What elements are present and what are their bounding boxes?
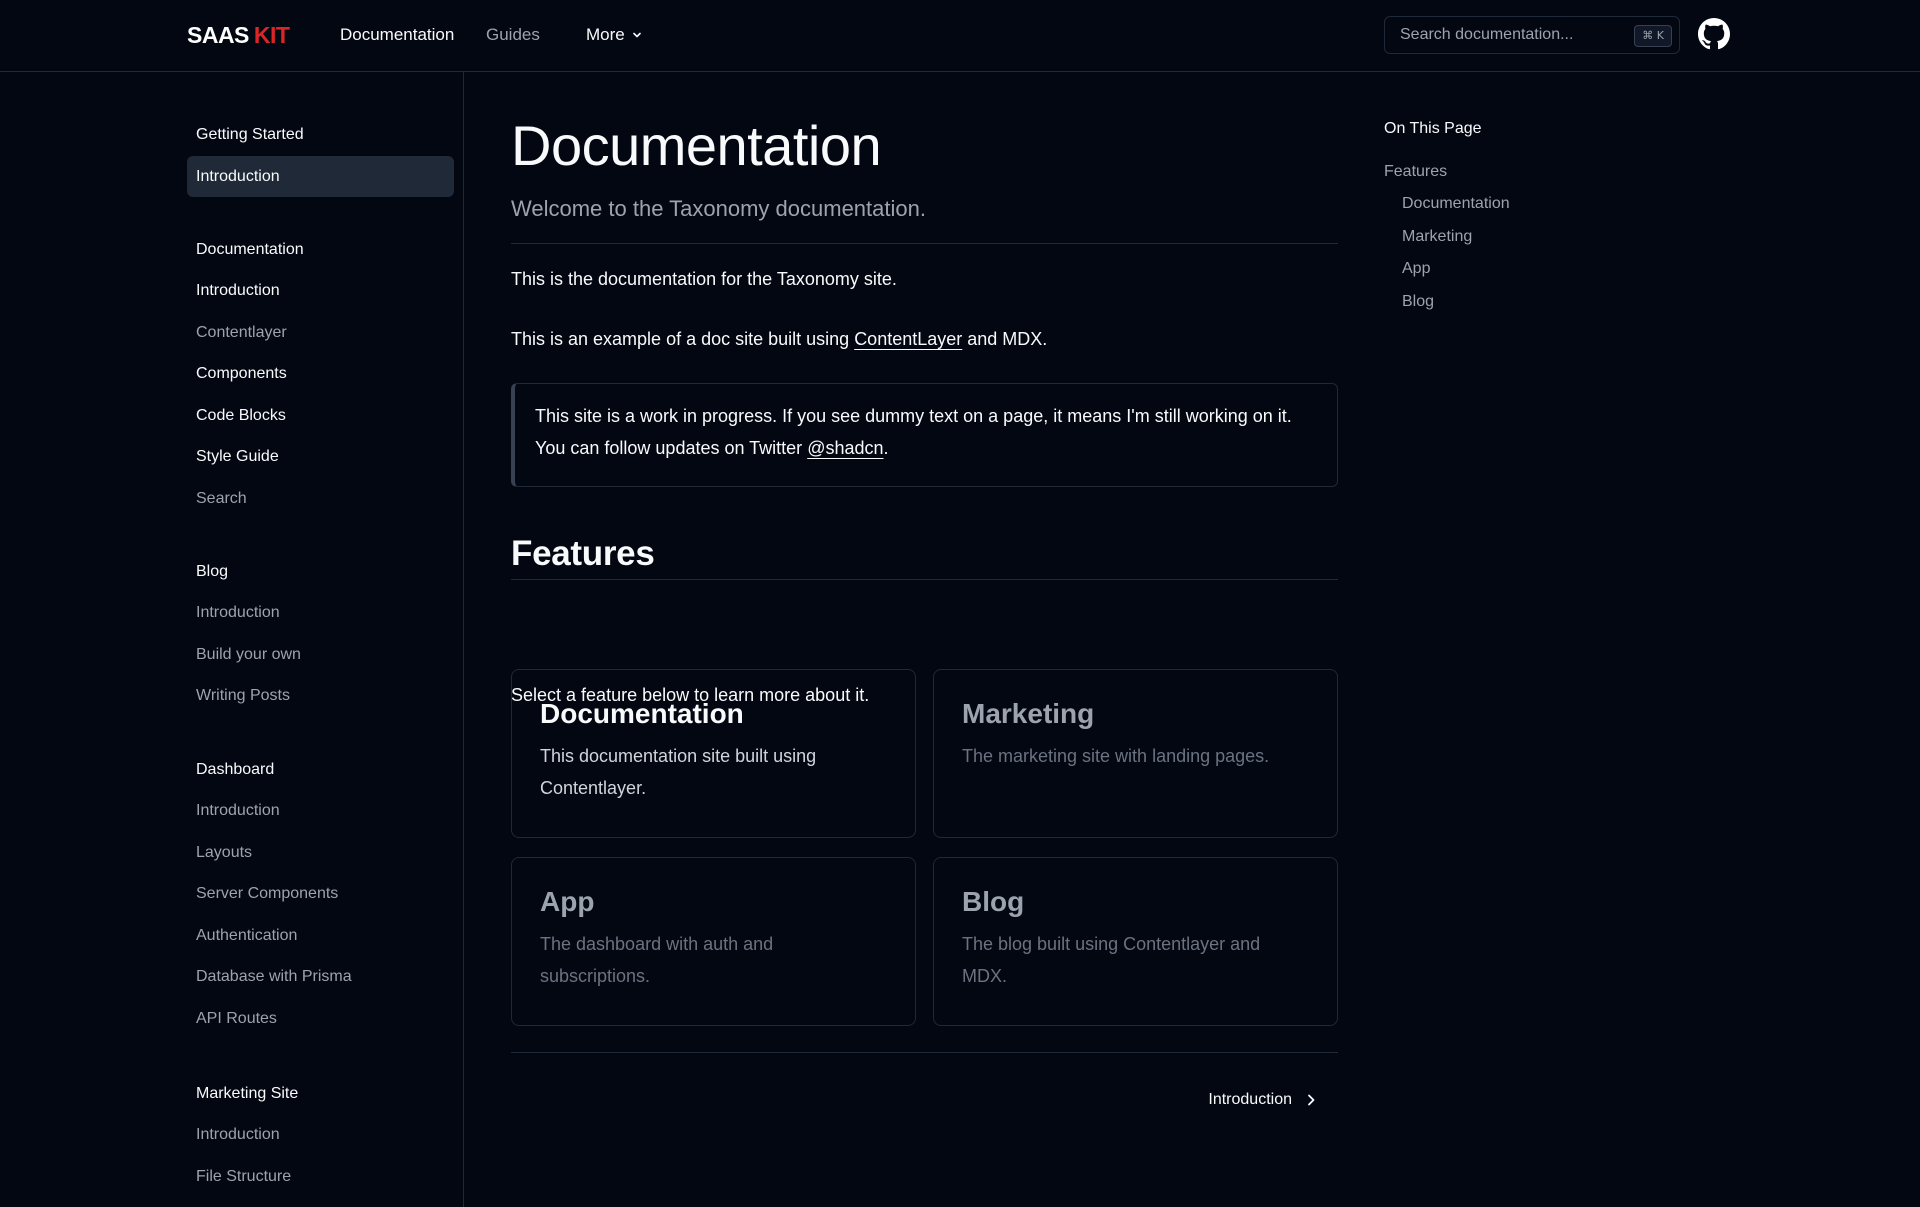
toc-title: On This Page [1384,120,1482,137]
contentlayer-link[interactable]: ContentLayer [854,329,962,349]
nav-more-label: More [586,25,625,44]
sidebar-item-introduction[interactable]: Introduction [187,156,454,197]
top-header: SAASKIT Documentation Guides More ⌘ K [0,0,1920,72]
sidebar-item-introduction[interactable]: Introduction [187,790,454,831]
toc-item-app[interactable]: App [1402,259,1430,279]
sidebar-item-code-blocks[interactable]: Code Blocks [187,395,454,436]
callout-text: This site is a work in progress. If you … [535,406,1292,458]
sidebar-item-layouts[interactable]: Layouts [187,832,454,873]
twitter-link[interactable]: @shadcn [807,438,883,458]
card-description: The dashboard with auth and subscription… [540,934,774,986]
toc-item-features[interactable]: Features [1384,162,1447,182]
sidebar-item-build-your-own[interactable]: Build your own [187,634,454,675]
feature-card-blog[interactable]: Blog The blog built using Contentlayer a… [933,857,1338,1026]
sidebar-item-introduction[interactable]: Introduction [187,1114,454,1155]
feature-card-marketing[interactable]: Marketing The marketing site with landin… [933,669,1338,838]
card-description: The blog built using Contentlayer and MD… [962,934,1261,986]
callout-text: . [883,438,889,458]
next-page-link[interactable]: Introduction [1208,1091,1318,1109]
sidebar-item-api-routes[interactable]: API Routes [187,998,454,1039]
feature-card-documentation[interactable]: Documentation This documentation site bu… [511,669,916,838]
divider [511,1052,1338,1053]
sidebar-item-database-with-prisma[interactable]: Database with Prisma [187,956,454,997]
sidebar-item-components[interactable]: Components [187,353,454,394]
divider [511,243,1338,244]
sidebar-item-style-guide[interactable]: Style Guide [187,436,454,477]
site-logo[interactable]: SAAS KIT [187,20,290,50]
card-description: This documentation site built using Cont… [540,746,817,798]
divider [511,579,1338,580]
logo-text-kit: KIT [253,22,290,48]
paragraph-contentlayer: This is an example of a doc site built u… [511,325,1047,353]
paragraph-text: This is an example of a doc site built u… [511,329,855,349]
sidebar-group-blog: Blog [196,563,229,580]
sidebar-item-server-components[interactable]: Server Components [187,873,454,914]
nav-documentation[interactable]: Documentation [340,24,454,46]
sidebar-group-marketing-site: Marketing Site [196,1085,299,1102]
sidebar-item-introduction[interactable]: Introduction [187,592,454,633]
page-title: Documentation [511,114,882,177]
nav-guides[interactable]: Guides [486,24,540,46]
card-title: Blog [962,886,1025,917]
sidebar-group-getting-started: Getting Started [196,126,304,143]
sidebar-group-dashboard: Dashboard [196,761,275,778]
search-input[interactable] [1385,17,1625,53]
sidebar-item-authentication[interactable]: Authentication [187,915,454,956]
toc-item-documentation[interactable]: Documentation [1402,194,1510,214]
sidebar-group-documentation: Documentation [196,241,304,258]
github-icon[interactable] [1698,18,1730,50]
nav-more-dropdown[interactable]: More [586,24,643,46]
card-title: App [540,886,595,917]
callout-box: This site is a work in progress. If you … [511,383,1338,487]
sidebar-item-contentlayer[interactable]: Contentlayer [187,312,454,353]
chevron-right-icon [1308,1094,1315,1106]
feature-card-app[interactable]: App The dashboard with auth and subscrip… [511,857,916,1026]
paragraph-intro: This is the documentation for the Taxono… [511,269,897,289]
toc-item-marketing[interactable]: Marketing [1402,227,1472,247]
chevron-down-icon [632,32,641,38]
toc-item-blog[interactable]: Blog [1402,292,1434,312]
next-page-label: Introduction [1208,1091,1292,1108]
search-shortcut-badge: ⌘ K [1634,25,1672,47]
logo-text-saas: SAAS [187,22,249,48]
card-title: Marketing [962,698,1095,729]
card-description: The marketing site with landing pages. [962,746,1270,766]
sidebar-item-file-structure[interactable]: File Structure [187,1156,454,1197]
sidebar-item-introduction[interactable]: Introduction [187,270,454,311]
sidebar: Getting Started Introduction Documentati… [0,72,464,1207]
sidebar-item-search[interactable]: Search [187,478,454,519]
features-heading: Features [511,534,655,573]
paragraph-text: and MDX. [962,329,1048,349]
card-title: Documentation [540,698,744,729]
search-box[interactable]: ⌘ K [1384,16,1680,54]
sidebar-item-writing-posts[interactable]: Writing Posts [187,675,454,716]
page-lead: Welcome to the Taxonomy documentation. [511,196,926,221]
